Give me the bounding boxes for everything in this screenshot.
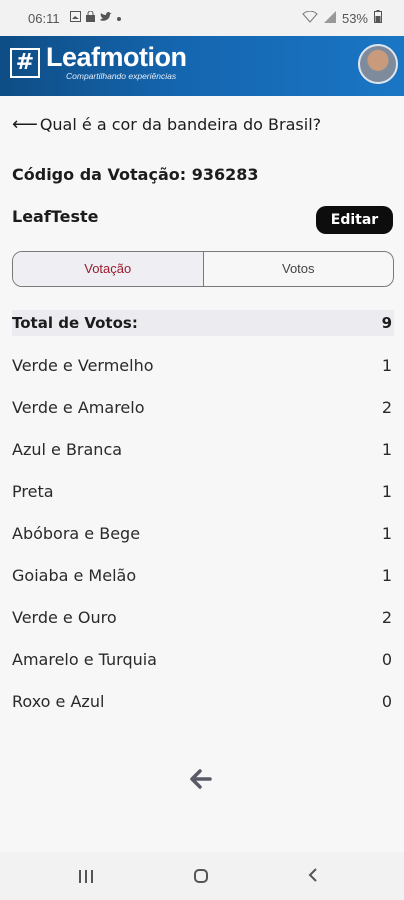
lock-icon	[85, 10, 96, 25]
app-logo-text: Leafmotion	[46, 42, 187, 72]
option-votes: 1	[381, 481, 392, 501]
list-item: Goiaba e Melão 1	[12, 554, 394, 596]
twitter-icon	[100, 10, 112, 25]
back-arrow-bottom-icon[interactable]	[190, 767, 212, 795]
battery-icon	[374, 10, 382, 26]
battery-label: 53%	[341, 10, 368, 26]
option-label: Verde e Ouro	[12, 607, 117, 627]
list-item: Verde e Vermelho 1	[12, 344, 394, 386]
recent-apps-icon[interactable]	[79, 870, 93, 883]
option-label: Azul e Branca	[12, 439, 123, 459]
back-arrow-icon[interactable]: ⟵	[12, 114, 38, 135]
poll-owner: LeafTeste	[12, 207, 99, 226]
poll-code: Código da Votação: 936283	[12, 165, 259, 184]
system-nav-bar	[0, 852, 404, 900]
option-label: Amarelo e Turquia	[12, 649, 157, 669]
logo-hash-icon: #	[10, 48, 40, 78]
option-votes: 0	[381, 691, 392, 711]
option-label: Goiaba e Melão	[12, 565, 137, 585]
list-item: Preta 1	[12, 470, 394, 512]
home-icon[interactable]	[194, 869, 208, 883]
tab-votacao[interactable]: Votação	[13, 252, 204, 286]
list-item: Abóbora e Bege 1	[12, 512, 394, 554]
total-votes-row: Total de Votos: 9	[12, 310, 394, 336]
dot-icon	[116, 10, 122, 25]
poll-question-row: ⟵ Qual é a cor da bandeira do Brasil?	[12, 114, 321, 135]
total-votes-label: Total de Votos:	[12, 314, 138, 332]
option-label: Preta	[12, 481, 54, 501]
system-back-icon[interactable]	[308, 864, 318, 888]
app-tagline: Compartilhando experiências	[66, 71, 177, 81]
option-label: Verde e Amarelo	[12, 397, 145, 417]
option-votes: 1	[381, 565, 392, 585]
options-list: Verde e Vermelho 1 Verde e Amarelo 2 Azu…	[12, 344, 394, 722]
status-right: 53%	[302, 10, 382, 26]
avatar[interactable]	[358, 44, 398, 84]
edit-button[interactable]: Editar	[316, 206, 393, 234]
wifi-icon	[302, 10, 318, 26]
option-label: Abóbora e Bege	[12, 523, 141, 543]
option-votes: 1	[381, 523, 392, 543]
app-header: # Leafmotion Compartilhando experiências	[0, 36, 404, 96]
tab-votos[interactable]: Votos	[204, 252, 394, 286]
poll-question: Qual é a cor da bandeira do Brasil?	[39, 115, 322, 134]
list-item: Verde e Amarelo 2	[12, 386, 394, 428]
option-votes: 0	[381, 649, 392, 669]
total-votes-value: 9	[381, 314, 392, 332]
option-votes: 2	[381, 607, 392, 627]
list-item: Azul e Branca 1	[12, 428, 394, 470]
option-votes: 2	[381, 397, 392, 417]
status-bar: 06:11 53%	[0, 0, 404, 36]
option-votes: 1	[381, 439, 392, 459]
tab-group: Votação Votos	[12, 251, 394, 287]
list-item: Amarelo e Turquia 0	[12, 638, 394, 680]
option-label: Verde e Vermelho	[12, 355, 154, 375]
option-label: Roxo e Azul	[12, 691, 105, 711]
list-item: Verde e Ouro 2	[12, 596, 394, 638]
status-time: 06:11	[28, 11, 60, 26]
status-icons	[70, 10, 122, 25]
list-item: Roxo e Azul 0	[12, 680, 394, 722]
signal-icon	[323, 10, 336, 26]
option-votes: 1	[381, 355, 392, 375]
gallery-icon	[70, 10, 81, 25]
